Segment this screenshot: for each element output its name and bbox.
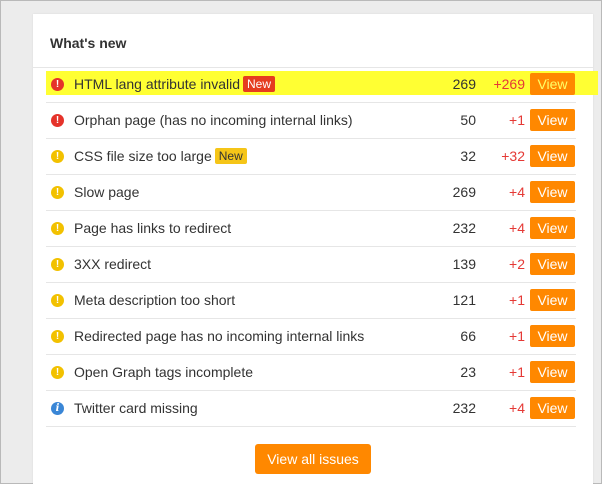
issue-label[interactable]: Slow page <box>74 184 139 200</box>
issue-row: ! Meta description too short 121 +1 View <box>46 283 576 319</box>
error-icon: ! <box>51 114 64 127</box>
issue-label[interactable]: Twitter card missing <box>74 400 198 416</box>
issue-row: ! Orphan page (has no incoming internal l… <box>46 103 576 139</box>
issue-label[interactable]: HTML lang attribute invalid New <box>74 76 276 92</box>
view-button[interactable]: View <box>530 289 575 311</box>
warning-icon: ! <box>51 222 64 235</box>
issue-row: ! CSS file size too large New 32 +32 View <box>46 139 576 175</box>
view-button[interactable]: View <box>530 397 575 419</box>
issue-delta: +2 <box>509 256 525 272</box>
issue-count: 139 <box>452 256 476 272</box>
issue-label[interactable]: Redirected page has no incoming internal… <box>74 328 364 344</box>
issue-label[interactable]: Open Graph tags incomplete <box>74 364 253 380</box>
issue-count: 232 <box>452 220 476 236</box>
issue-delta: +4 <box>509 220 525 236</box>
issue-label[interactable]: CSS file size too large New <box>74 148 247 164</box>
issue-label-text: Open Graph tags incomplete <box>74 364 253 380</box>
issue-label-text: Slow page <box>74 184 140 200</box>
issue-label-text: Twitter card missing <box>74 400 198 416</box>
issue-label-text: Redirected page has no incoming internal… <box>74 328 365 344</box>
warning-icon: ! <box>51 186 64 199</box>
view-button[interactable]: View <box>530 325 575 347</box>
issue-count: 269 <box>452 184 476 200</box>
issue-delta: +32 <box>501 148 525 164</box>
issue-delta: +1 <box>509 328 525 344</box>
issue-label[interactable]: Meta description too short <box>74 292 235 308</box>
issue-row: i Twitter card missing 232 +4 View <box>46 391 576 427</box>
issue-count: 32 <box>460 148 476 164</box>
issue-label-text: CSS file size too large <box>74 148 212 164</box>
issue-delta: +1 <box>509 112 525 128</box>
issue-label[interactable]: Page has links to redirect <box>74 220 231 236</box>
issue-delta: +1 <box>509 292 525 308</box>
panel-title: What's new <box>50 35 127 51</box>
issue-count: 232 <box>452 400 476 416</box>
issue-delta: +269 <box>493 76 525 92</box>
view-button[interactable]: View <box>530 253 575 275</box>
issue-label-text: Orphan page (has no incoming internal li… <box>74 112 353 128</box>
warning-icon: ! <box>51 330 64 343</box>
view-button[interactable]: View <box>530 181 575 203</box>
issue-count: 50 <box>460 112 476 128</box>
warning-icon: ! <box>51 150 64 163</box>
warning-icon: ! <box>51 366 64 379</box>
issue-row: ! Redirected page has no incoming interna… <box>46 319 576 355</box>
issue-count: 66 <box>460 328 476 344</box>
issue-count: 269 <box>452 76 476 92</box>
issue-label-text: Page has links to redirect <box>74 220 232 236</box>
issue-count: 23 <box>460 364 476 380</box>
issue-label[interactable]: 3XX redirect <box>74 256 151 272</box>
issue-label-text: 3XX redirect <box>74 256 152 272</box>
issue-count: 121 <box>452 292 476 308</box>
issue-row: ! Open Graph tags incomplete 23 +1 View <box>46 355 576 391</box>
view-button[interactable]: View <box>530 217 575 239</box>
issue-delta: +4 <box>509 184 525 200</box>
new-badge: New <box>214 148 247 164</box>
view-button[interactable]: View <box>530 73 575 95</box>
new-badge: New <box>243 76 276 92</box>
notice-icon: i <box>51 402 64 415</box>
issue-label[interactable]: Orphan page (has no incoming internal li… <box>74 112 353 128</box>
warning-icon: ! <box>51 294 64 307</box>
issue-row: ! HTML lang attribute invalid New 269 +269 Vi… <box>46 67 576 103</box>
issue-delta: +4 <box>509 400 525 416</box>
view-all-issues-button[interactable]: View all issues <box>255 444 371 474</box>
warning-icon: ! <box>51 258 64 271</box>
issues-list: ! HTML lang attribute invalid New 269 +269 Vi… <box>33 67 593 427</box>
issue-delta: +1 <box>509 364 525 380</box>
view-button[interactable]: View <box>530 361 575 383</box>
whats-new-panel: What's new ! HTML lang attribute invalid N… <box>33 14 598 484</box>
issue-row: ! Slow page 269 +4 View <box>46 175 576 211</box>
issue-label-text: HTML lang attribute invalid <box>74 76 241 92</box>
issue-row: ! 3XX redirect 139 +2 View <box>46 247 576 283</box>
error-icon: ! <box>51 78 64 91</box>
issue-row: ! Page has links to redirect 232 +4 View <box>46 211 576 247</box>
view-button[interactable]: View <box>530 109 575 131</box>
issue-label-text: Meta description too short <box>74 292 236 308</box>
view-button[interactable]: View <box>530 145 575 167</box>
